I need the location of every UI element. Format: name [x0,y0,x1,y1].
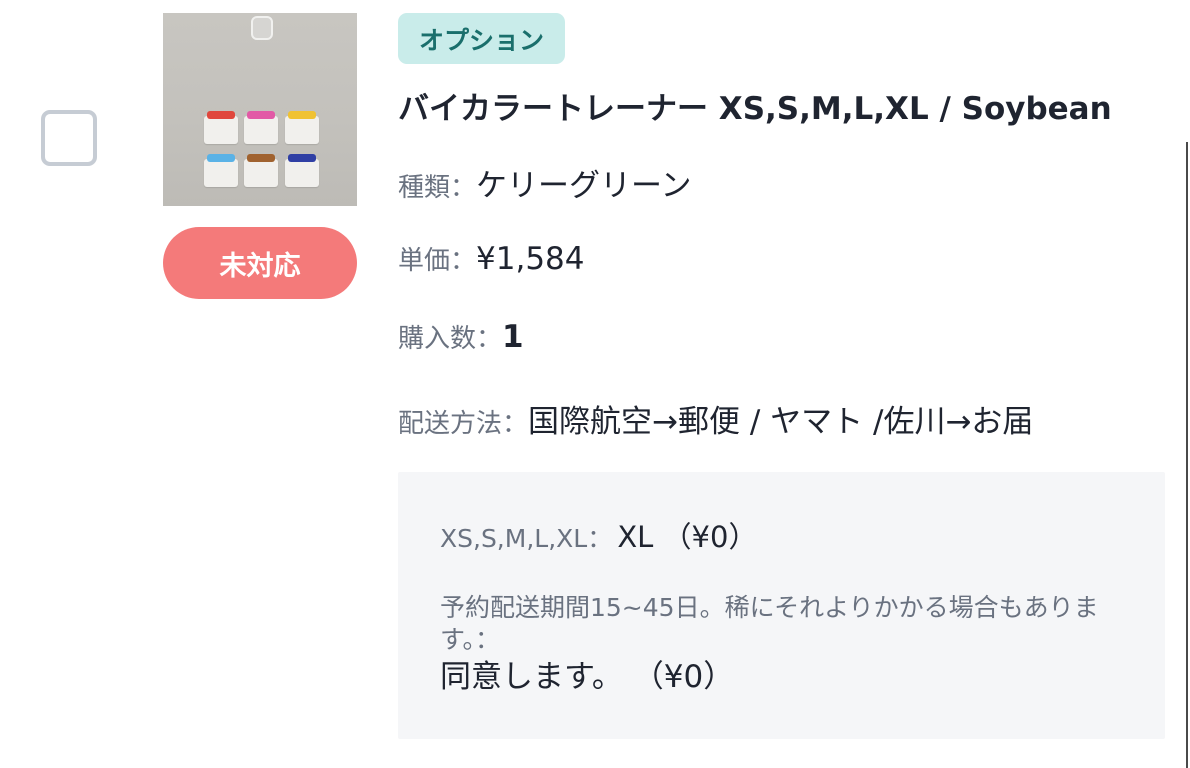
tee-shirt-icon [244,154,278,187]
select-checkbox[interactable] [41,110,97,166]
unit-price-label: 単価： [398,246,477,276]
shipping-label: 配送方法： [398,409,529,439]
hanger-icon [251,16,273,40]
option-size: XS,S,M,L,XL： XL （¥0） [440,514,757,556]
kind-label: 種類： [398,173,477,203]
shipping-row: 配送方法：国際航空→郵便 / ヤマト /佐川→お届 [398,396,1033,441]
option-delivery-label: 予約配送期間15~45日。稀にそれよりかかる場合もあります。： [440,593,1099,654]
option-delivery-agreement: 予約配送期間15~45日。稀にそれよりかかる場合もあります。： 同意します。 （… [440,592,1140,698]
option-delivery-value: 同意します。 （¥0） [440,659,735,695]
kind-row: 種類：ケリーグリーン [398,160,691,205]
shipping-value: 国際航空→郵便 / ヤマト /佐川→お届 [528,404,1034,440]
unit-price-row: 単価：¥1,584 [398,240,585,277]
tee-shirt-icon [204,154,238,187]
product-thumbnail[interactable] [163,13,357,206]
tee-shirt-icon [285,154,319,187]
tee-shirt-icon [285,111,319,144]
tee-shirt-icon [204,111,238,144]
option-tag: オプション [398,13,566,64]
quantity-label: 購入数： [398,324,503,354]
product-title: バイカラートレーナー XS,S,M,L,XL / Soybean [398,91,1112,127]
option-size-value: XL （¥0） [617,520,758,554]
kind-value: ケリーグリーン [476,168,692,204]
quantity-value: 1 [502,319,524,355]
tee-shirt-icon [244,111,278,144]
unit-price-value: ¥1,584 [476,241,585,277]
option-size-label: XS,S,M,L,XL： [440,524,613,553]
options-panel: XS,S,M,L,XL： XL （¥0） 予約配送期間15~45日。稀にそれより… [398,472,1165,739]
scroll-edge-divider [1186,142,1188,768]
quantity-row: 購入数：1 [398,318,524,355]
status-badge[interactable]: 未対応 [163,227,357,299]
